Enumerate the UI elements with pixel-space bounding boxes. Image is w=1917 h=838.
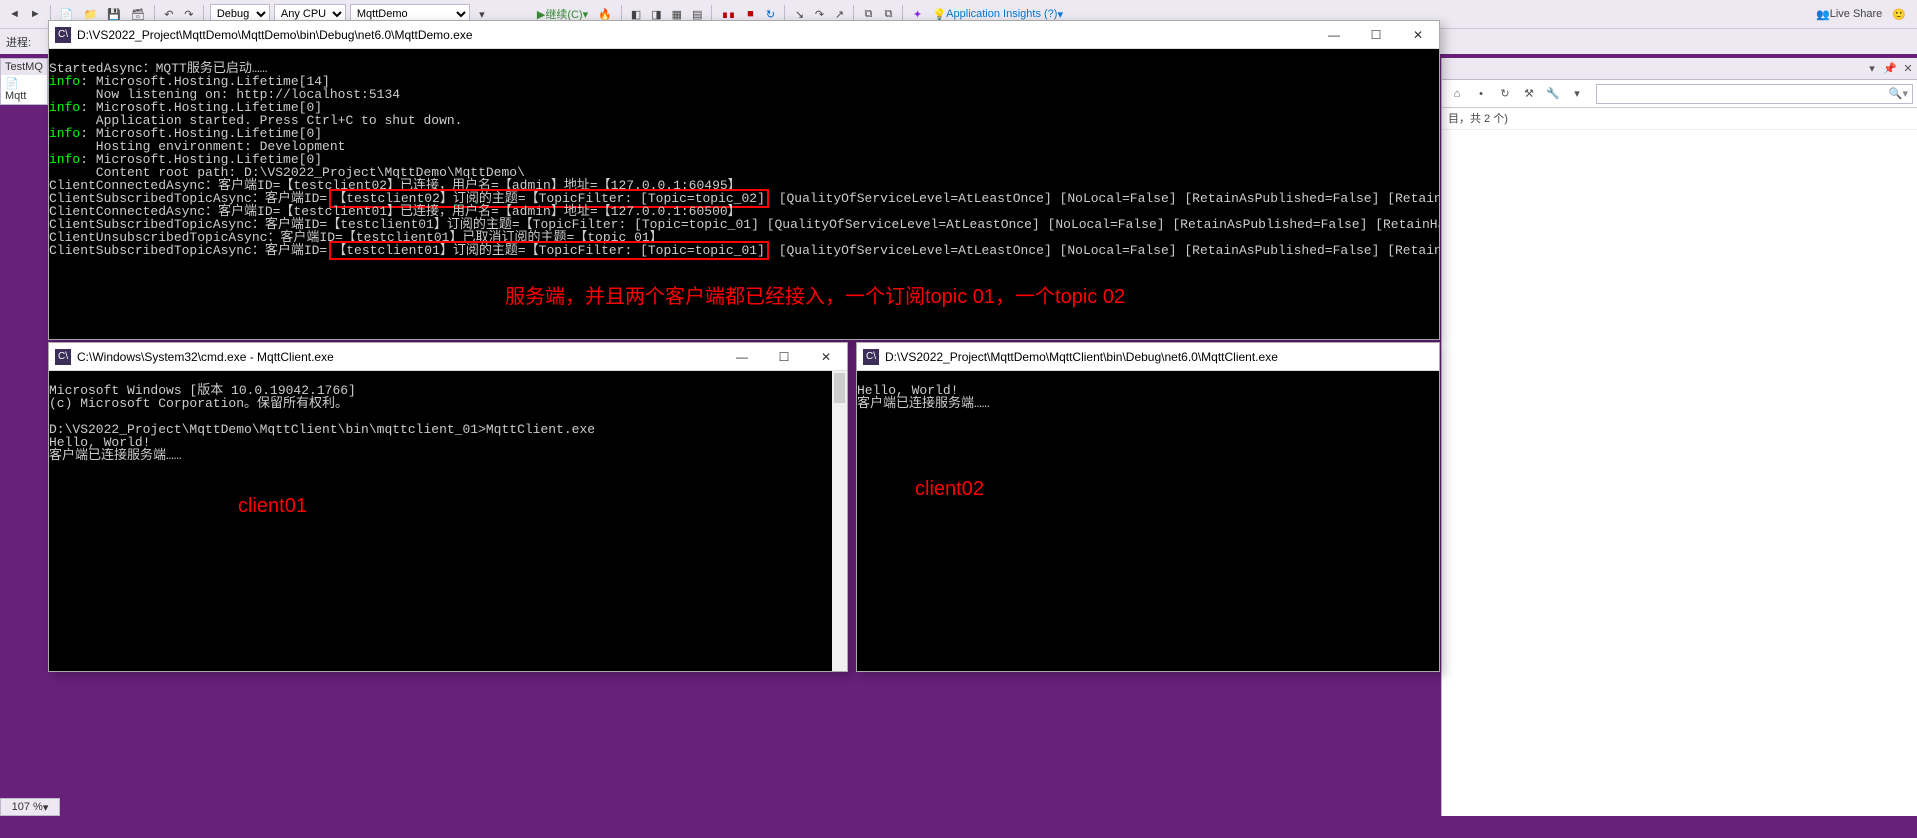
right-panel-header: ▾ 📌 ✕	[1442, 58, 1917, 80]
server-console-title: D:\VS2022_Project\MqttDemo\MqttDemo\bin\…	[77, 28, 1313, 42]
left-dock-tabs: TestMQ 📄 Mqtt	[0, 58, 48, 105]
rp-more-icon[interactable]: ▾	[1566, 83, 1588, 105]
console-icon: C\	[55, 27, 71, 43]
highlight-box: 【testclient01】订阅的主题=【TopicFilter: [Topic…	[329, 241, 769, 260]
client1-console-title: C:\Windows\System32\cmd.exe - MqttClient…	[77, 350, 721, 364]
process-label: 进程:	[6, 34, 31, 50]
rp-back-icon[interactable]: •	[1470, 83, 1492, 105]
nav-back-icon[interactable]: ◄	[5, 3, 24, 25]
client2-console-window: C\ D:\VS2022_Project\MqttDemo\MqttClient…	[856, 342, 1440, 672]
client1-console-body[interactable]: Microsoft Windows [版本 10.0.19042.1766] (…	[49, 371, 847, 671]
console-line: (c) Microsoft Corporation。保留所有权利。	[49, 396, 348, 411]
rp-wrench-icon[interactable]: 🔧	[1542, 83, 1564, 105]
console-icon: C\	[55, 349, 71, 365]
console-line: 客户端已连接服务端……	[49, 448, 182, 463]
left-tab-testmq[interactable]: TestMQ	[1, 59, 47, 75]
minimize-button[interactable]: —	[1313, 21, 1355, 48]
scrollbar[interactable]	[832, 371, 847, 671]
panel-close-icon[interactable]: ✕	[1899, 62, 1917, 75]
minimize-button[interactable]: —	[721, 343, 763, 370]
right-panel-toolbar: ⌂ • ↻ ⚒ 🔧 ▾ 🔍▾	[1442, 80, 1917, 108]
left-tab-mqtt[interactable]: 📄 Mqtt	[1, 75, 47, 104]
client2-console-titlebar[interactable]: C\ D:\VS2022_Project\MqttDemo\MqttClient…	[857, 343, 1439, 371]
rp-home-icon[interactable]: ⌂	[1446, 83, 1468, 105]
feedback-icon[interactable]: 🙂	[1888, 3, 1910, 25]
console-line: [QualityOfServiceLevel=AtLeastOnce] [NoL…	[771, 243, 1439, 258]
panel-pin-icon[interactable]: 📌	[1881, 62, 1899, 75]
console-line: 客户端已连接服务端……	[857, 396, 990, 411]
right-panel-status: 目，共 2 个)	[1442, 108, 1917, 130]
zoom-box[interactable]: 107 % ▾	[0, 798, 60, 816]
status-bar	[0, 816, 1917, 838]
server-console-window: C\ D:\VS2022_Project\MqttDemo\MqttDemo\b…	[48, 20, 1440, 340]
rp-refresh-icon[interactable]: ↻	[1494, 83, 1516, 105]
console-icon: C\	[863, 349, 879, 365]
client1-console-window: C\ C:\Windows\System32\cmd.exe - MqttCli…	[48, 342, 848, 672]
console-line: [QualityOfServiceLevel=AtLeastOnce] [NoL…	[771, 191, 1439, 206]
client1-console-titlebar[interactable]: C\ C:\Windows\System32\cmd.exe - MqttCli…	[49, 343, 847, 371]
rp-tool-icon[interactable]: ⚒	[1518, 83, 1540, 105]
close-button[interactable]: ✕	[805, 343, 847, 370]
maximize-button[interactable]: ☐	[1355, 21, 1397, 48]
maximize-button[interactable]: ☐	[763, 343, 805, 370]
console-line: ClientSubscribedTopicAsync：客户端ID=	[49, 243, 327, 258]
close-button[interactable]: ✕	[1397, 21, 1439, 48]
client2-console-body[interactable]: Hello, World! 客户端已连接服务端……	[857, 371, 1439, 671]
panel-dropdown-icon[interactable]: ▾	[1863, 62, 1881, 75]
rp-search-input[interactable]: 🔍▾	[1596, 84, 1913, 104]
liveshare-button[interactable]: 👥 Live Share	[1812, 3, 1886, 25]
server-console-body[interactable]: StartedAsync：MQTT服务已启动…… info: Microsoft…	[49, 49, 1439, 339]
server-console-titlebar[interactable]: C\ D:\VS2022_Project\MqttDemo\MqttDemo\b…	[49, 21, 1439, 49]
scrollbar-thumb[interactable]	[834, 373, 845, 403]
right-panel: ▾ 📌 ✕ ⌂ • ↻ ⚒ 🔧 ▾ 🔍▾ 目，共 2 个)	[1441, 58, 1917, 818]
search-icon: 🔍▾	[1889, 87, 1908, 100]
nav-fwd-icon[interactable]: ►	[26, 3, 45, 25]
client2-console-title: D:\VS2022_Project\MqttDemo\MqttClient\bi…	[885, 350, 1439, 364]
